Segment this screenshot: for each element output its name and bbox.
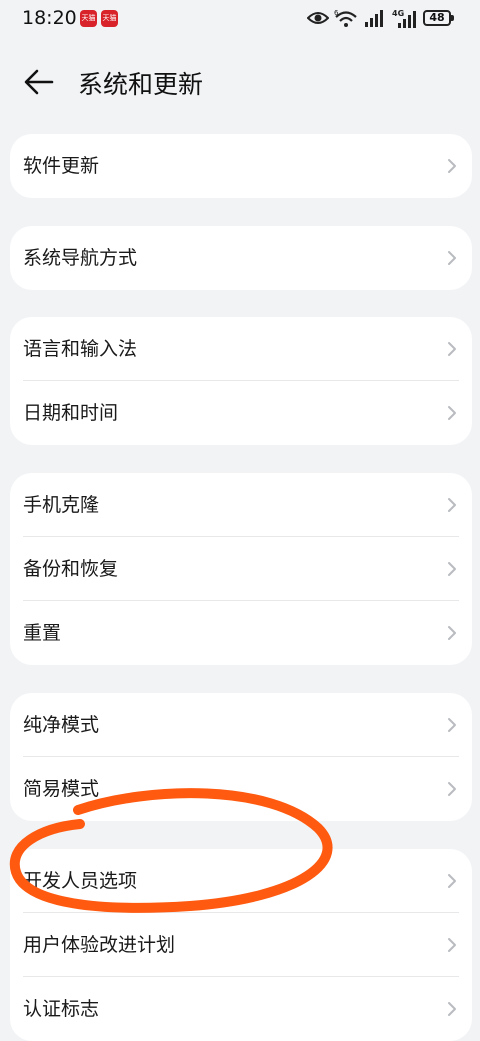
settings-item-reset[interactable]: 重置 xyxy=(10,601,472,665)
chevron-right-icon xyxy=(448,342,456,356)
eye-icon xyxy=(307,12,329,24)
settings-group-developer: 开发人员选项 用户体验改进计划 认证标志 xyxy=(10,849,472,1041)
settings-item-label: 语言和输入法 xyxy=(23,338,138,360)
settings-item-label: 备份和恢复 xyxy=(23,558,119,580)
settings-item-label: 手机克隆 xyxy=(23,494,100,516)
network-type: 4G xyxy=(392,9,404,18)
settings-item-certification[interactable]: 认证标志 xyxy=(10,977,472,1041)
chevron-right-icon xyxy=(448,498,456,512)
chevron-right-icon xyxy=(448,159,456,173)
wifi-label: 6 xyxy=(334,9,339,17)
page-title: 系统和更新 xyxy=(78,70,204,99)
settings-item-label: 用户体验改进计划 xyxy=(23,934,176,956)
settings-item-developer-options[interactable]: 开发人员选项 xyxy=(10,849,472,913)
tmall-app-icon: 天猫 xyxy=(80,10,97,27)
battery-icon: 48 xyxy=(423,10,454,26)
status-time: 18:20 xyxy=(22,7,77,29)
settings-item-label: 简易模式 xyxy=(23,778,100,800)
chevron-right-icon xyxy=(448,626,456,640)
settings-item-label: 重置 xyxy=(23,622,62,644)
signal-4g-icon: 4G xyxy=(392,9,416,28)
settings-item-label: 纯净模式 xyxy=(23,714,100,736)
settings-item-label: 软件更新 xyxy=(23,155,100,177)
settings-group-modes: 纯净模式 简易模式 xyxy=(10,693,472,821)
settings-group-language: 语言和输入法 日期和时间 xyxy=(10,317,472,445)
settings-group-backup: 手机克隆 备份和恢复 重置 xyxy=(10,473,472,665)
status-bar: 18:20 天猫 天猫 6 4G 48 xyxy=(0,0,480,40)
chevron-right-icon xyxy=(448,1002,456,1016)
chevron-right-icon xyxy=(448,938,456,952)
chevron-right-icon xyxy=(448,251,456,265)
settings-item-date-time[interactable]: 日期和时间 xyxy=(10,381,472,445)
settings-group-navigation: 系统导航方式 xyxy=(10,226,472,290)
chevron-right-icon xyxy=(448,562,456,576)
chevron-right-icon xyxy=(448,718,456,732)
settings-item-pure-mode[interactable]: 纯净模式 xyxy=(10,693,472,757)
settings-item-simple-mode[interactable]: 简易模式 xyxy=(10,757,472,821)
settings-item-label: 认证标志 xyxy=(23,998,100,1020)
wifi-icon: 6 xyxy=(334,9,357,27)
settings-item-label: 开发人员选项 xyxy=(23,870,138,892)
chevron-right-icon xyxy=(448,874,456,888)
page-header: 系统和更新 xyxy=(0,55,480,111)
back-arrow-icon[interactable] xyxy=(22,67,56,97)
settings-item-user-experience[interactable]: 用户体验改进计划 xyxy=(10,913,472,977)
signal-icon xyxy=(365,10,383,27)
tmall-app-icon: 天猫 xyxy=(101,10,118,27)
settings-item-language-input[interactable]: 语言和输入法 xyxy=(10,317,472,381)
chevron-right-icon xyxy=(448,406,456,420)
settings-item-backup-restore[interactable]: 备份和恢复 xyxy=(10,537,472,601)
chevron-right-icon xyxy=(448,782,456,796)
settings-item-label: 日期和时间 xyxy=(23,402,119,424)
settings-item-navigation-mode[interactable]: 系统导航方式 xyxy=(10,226,472,290)
settings-item-label: 系统导航方式 xyxy=(23,247,138,269)
settings-item-software-update[interactable]: 软件更新 xyxy=(10,134,472,198)
settings-group-update: 软件更新 xyxy=(10,134,472,198)
settings-item-phone-clone[interactable]: 手机克隆 xyxy=(10,473,472,537)
